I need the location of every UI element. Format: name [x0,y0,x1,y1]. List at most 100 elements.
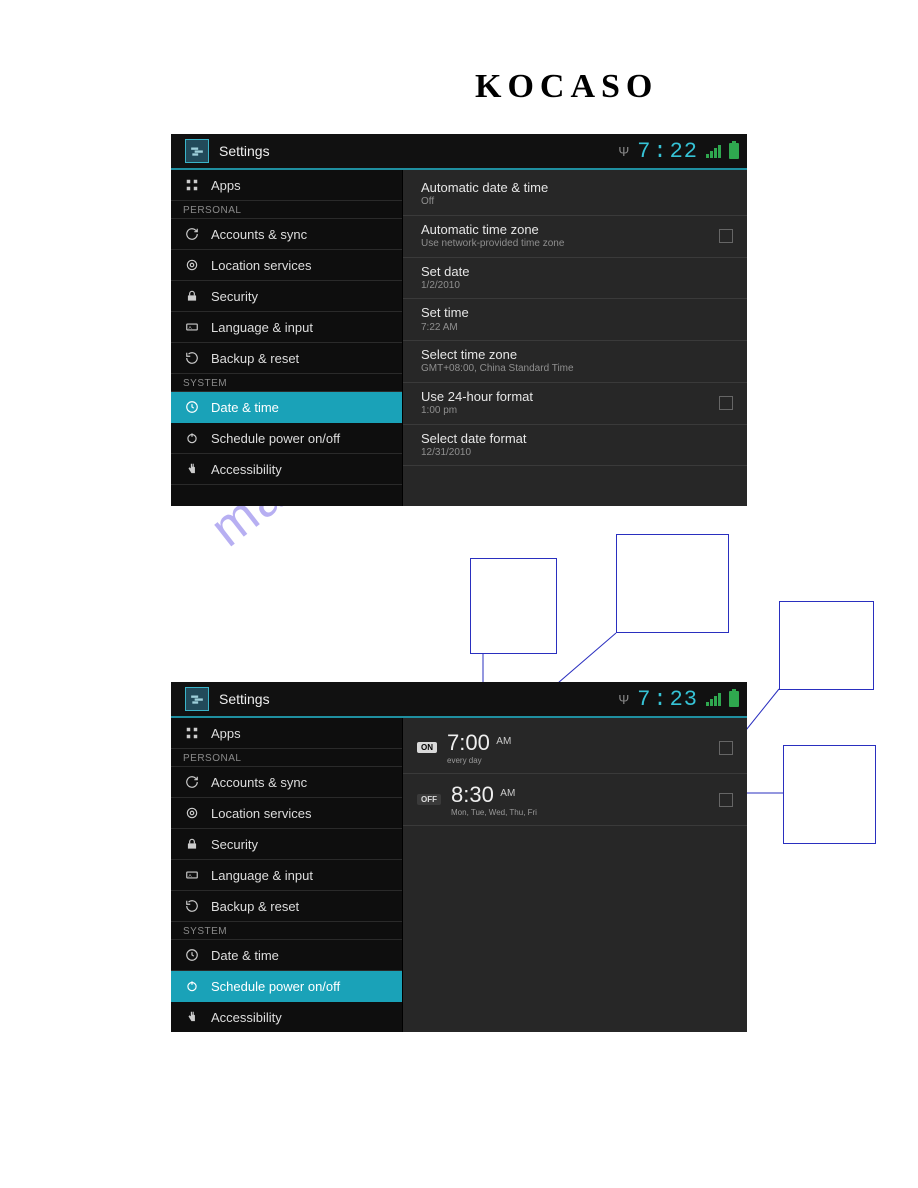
sidebar-item-datetime[interactable]: Date & time [171,940,402,971]
callout-box [616,534,729,633]
row-title: Automatic date & time [421,180,733,196]
sidebar-item-label: Schedule power on/off [211,431,340,446]
sync-icon [183,225,201,243]
row-auto-datetime[interactable]: Automatic date & time Off [403,174,747,216]
power-icon [183,977,201,995]
sidebar-item-backup[interactable]: Backup & reset [171,343,402,374]
off-badge: OFF [417,794,441,805]
row-subtitle: Use network-provided time zone [421,238,719,251]
row-title: Select date format [421,431,733,447]
sidebar-item-accessibility[interactable]: Accessibility [171,1002,402,1032]
signal-icon [706,145,721,158]
page-title: Settings [219,691,618,707]
schedule-time: 7:00 [447,730,490,755]
callout-box [779,601,874,690]
sidebar-item-label: Date & time [211,948,279,963]
sidebar-item-accounts[interactable]: Accounts & sync [171,219,402,250]
row-24h[interactable]: Use 24-hour format 1:00 pm [403,383,747,425]
sidebar-item-security[interactable]: Security [171,281,402,312]
settings-app-icon [185,687,209,711]
power-icon [183,429,201,447]
sidebar-item-language[interactable]: A Language & input [171,312,402,343]
sidebar-item-language[interactable]: A Language & input [171,860,402,891]
usb-icon: Ψ [618,692,629,707]
row-select-tz[interactable]: Select time zone GMT+08:00, China Standa… [403,341,747,383]
backup-icon [183,349,201,367]
sidebar-section-system: SYSTEM [171,374,402,392]
row-set-time[interactable]: Set time 7:22 AM [403,299,747,341]
signal-icon [706,693,721,706]
sidebar-item-accounts[interactable]: Accounts & sync [171,767,402,798]
sidebar-item-label: Accessibility [211,462,282,477]
sidebar-item-security[interactable]: Security [171,829,402,860]
settings-sidebar: Apps PERSONAL Accounts & sync Location s… [171,170,403,506]
schedule-time: 8:30 [451,782,494,807]
keyboard-icon: A [183,318,201,336]
brand-logo: KOCASO [475,68,658,106]
schedule-off-row[interactable]: OFF 8:30 AM Mon, Tue, Wed, Thu, Fri [403,774,747,826]
settings-content: Automatic date & time Off Automatic time… [403,170,747,506]
schedule-ampm: AM [496,736,511,747]
row-set-date[interactable]: Set date 1/2/2010 [403,258,747,300]
backup-icon [183,897,201,915]
sidebar-item-label: Backup & reset [211,899,299,914]
hand-icon [183,460,201,478]
checkbox[interactable] [719,741,733,755]
keyboard-icon: A [183,866,201,884]
screenshot-schedule-power: Settings Ψ 7:23 Apps PERSONAL Acc [171,682,747,1032]
svg-text:A: A [189,325,193,330]
sidebar-section-personal: PERSONAL [171,749,402,767]
sync-icon [183,773,201,791]
sidebar-item-label: Apps [211,178,241,193]
sidebar-item-label: Location services [211,258,311,273]
schedule-ampm: AM [500,788,515,799]
row-subtitle: 7:22 AM [421,322,733,335]
lock-icon [183,287,201,305]
sidebar-item-backup[interactable]: Backup & reset [171,891,402,922]
status-clock: 7:22 [637,139,698,164]
checkbox[interactable] [719,793,733,807]
sidebar-item-label: Accounts & sync [211,775,307,790]
sidebar-item-datetime[interactable]: Date & time [171,392,402,423]
location-icon [183,804,201,822]
sidebar-item-label: Security [211,289,258,304]
clock-icon [183,398,201,416]
sidebar-item-label: Schedule power on/off [211,979,340,994]
row-subtitle: Off [421,196,733,209]
apps-icon [183,724,201,742]
sidebar-item-label: Location services [211,806,311,821]
checkbox[interactable] [719,229,733,243]
sidebar-item-label: Apps [211,726,241,741]
usb-icon: Ψ [618,144,629,159]
row-date-format[interactable]: Select date format 12/31/2010 [403,425,747,467]
sidebar-item-label: Language & input [211,868,313,883]
row-auto-timezone[interactable]: Automatic time zone Use network-provided… [403,216,747,258]
row-subtitle: GMT+08:00, China Standard Time [421,363,733,376]
sidebar-item-location[interactable]: Location services [171,798,402,829]
status-bar: Settings Ψ 7:22 [171,134,747,168]
sidebar-section-personal: PERSONAL [171,201,402,219]
settings-app-icon [185,139,209,163]
sidebar-item-schedule[interactable]: Schedule power on/off [171,971,402,1002]
sidebar-item-label: Date & time [211,400,279,415]
row-subtitle: 1/2/2010 [421,280,733,293]
apps-icon [183,176,201,194]
row-subtitle: 1:00 pm [421,405,719,418]
screenshot-date-time: Settings Ψ 7:22 Apps PERSONAL Acc [171,134,747,506]
row-title: Automatic time zone [421,222,719,238]
sidebar-item-accessibility[interactable]: Accessibility [171,454,402,485]
settings-sidebar: Apps PERSONAL Accounts & sync Location s… [171,718,403,1032]
page-title: Settings [219,143,618,159]
sidebar-item-schedule[interactable]: Schedule power on/off [171,423,402,454]
sidebar-section-system: SYSTEM [171,922,402,940]
sidebar-item-apps[interactable]: Apps [171,170,402,201]
sidebar-item-location[interactable]: Location services [171,250,402,281]
checkbox[interactable] [719,396,733,410]
sidebar-item-apps[interactable]: Apps [171,718,402,749]
schedule-on-row[interactable]: ON 7:00 AM every day [403,722,747,774]
schedule-days: Mon, Tue, Wed, Thu, Fri [451,808,537,817]
row-title: Set date [421,264,733,280]
location-icon [183,256,201,274]
sidebar-item-label: Language & input [211,320,313,335]
row-title: Select time zone [421,347,733,363]
